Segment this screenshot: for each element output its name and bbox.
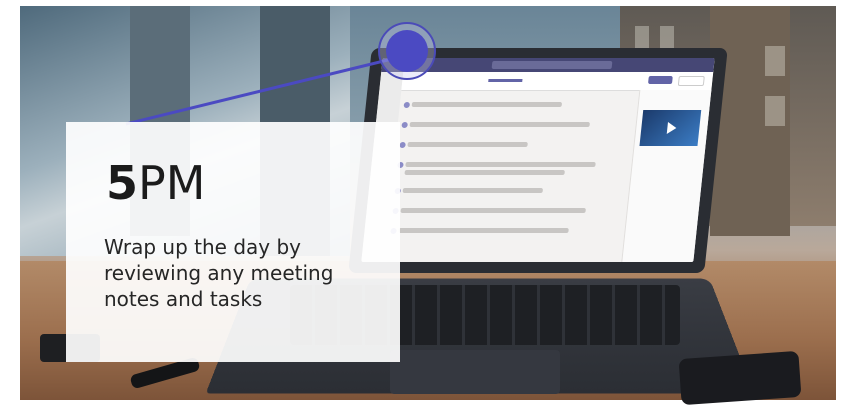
time-heading: 5PM <box>106 160 205 206</box>
slide: 5PM Wrap up the day by reviewing any mee… <box>0 0 846 410</box>
time-number: 5 <box>106 156 139 210</box>
callout-marker-dot <box>386 30 428 72</box>
callout-line <box>125 56 397 126</box>
time-suffix: PM <box>138 156 206 210</box>
caption-description: Wrap up the day by reviewing any meeting… <box>104 235 334 311</box>
